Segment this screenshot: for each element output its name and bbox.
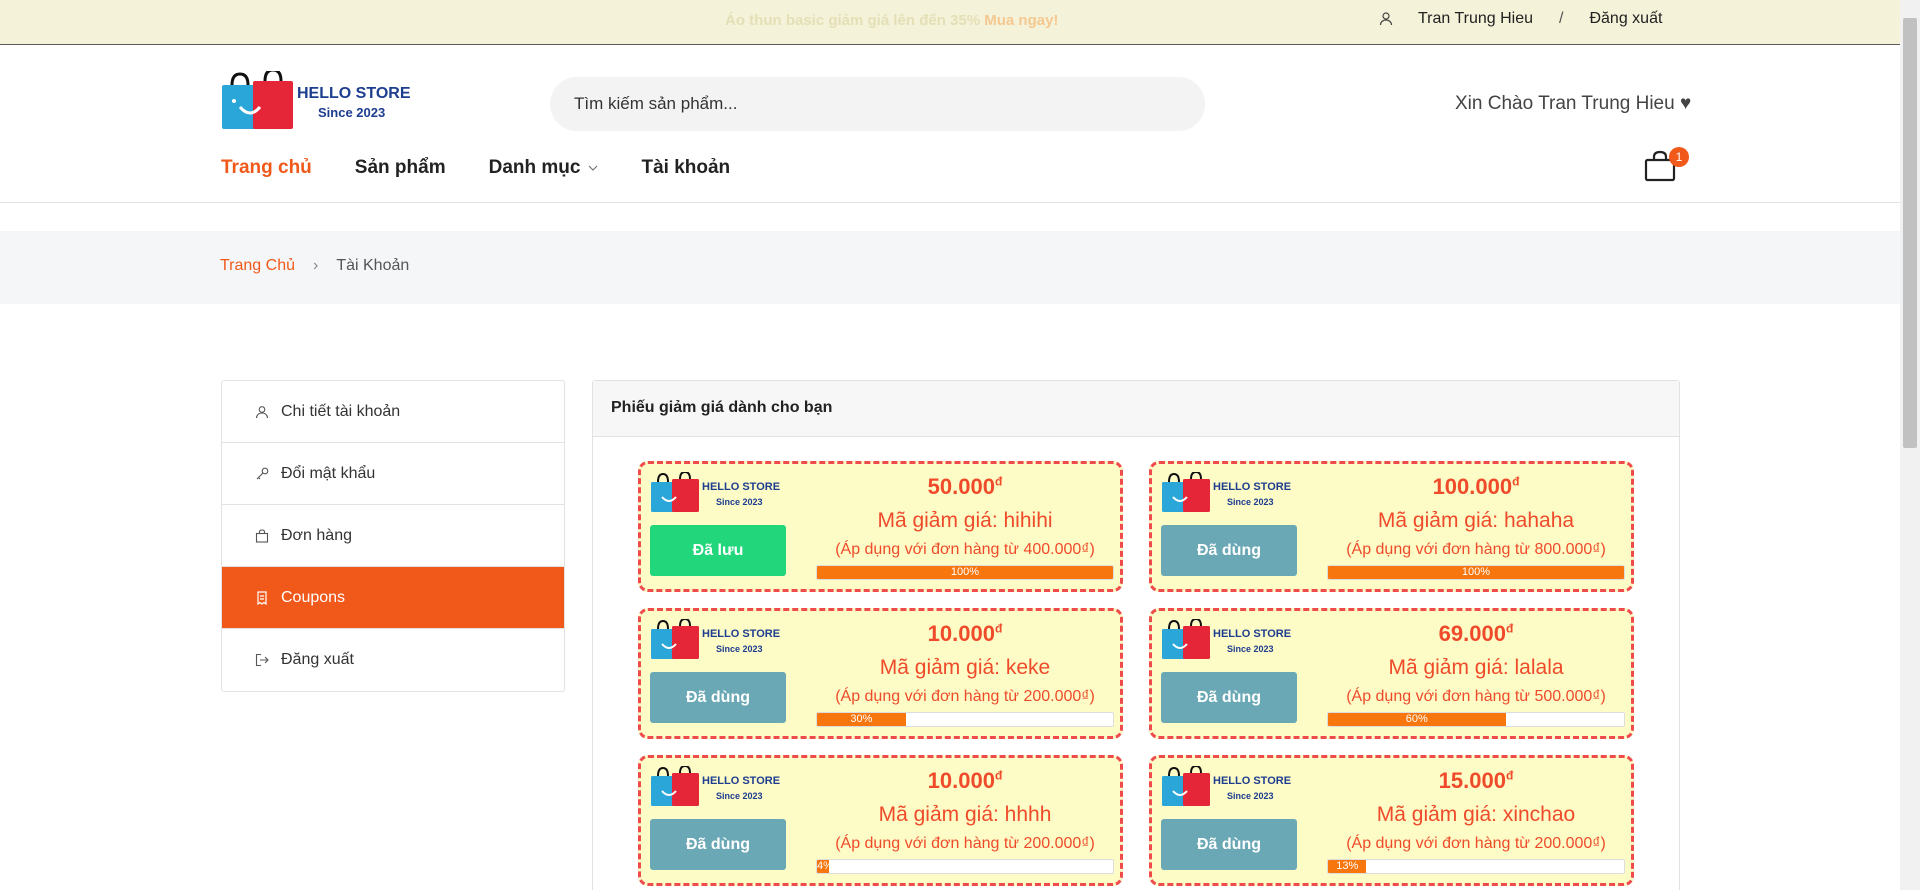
coupon-card: Đã lưu 50.000đ Mã giảm giá: hihihi (Áp d…: [638, 461, 1123, 592]
coupon-action-button[interactable]: Đã dùng: [650, 819, 786, 870]
coupon-usage-fill: 100%: [1328, 566, 1624, 579]
coupon-amount: 100.000đ: [1432, 474, 1520, 499]
sidebar-item-label: Coupons: [281, 588, 346, 606]
coupon-code: Mã giảm giá: xinchao: [1376, 803, 1576, 826]
coupon-action-button[interactable]: Đã dùng: [1161, 525, 1297, 576]
username-link[interactable]: Tran Trung Hieu: [1418, 10, 1533, 28]
announcement-bar: Áo thun basic giảm giá lên đến 35% Mua n…: [0, 0, 1900, 45]
user-icon: [1379, 12, 1393, 26]
sidebar-item-orders[interactable]: Đơn hàng: [222, 505, 564, 567]
coupon-condition: (Áp dụng với đơn hàng từ 200.000₫): [835, 688, 1095, 705]
coupon-action-button[interactable]: Đã dùng: [1161, 819, 1297, 870]
store-logo: [1161, 619, 1293, 660]
coupon-usage-bar: 30%: [816, 712, 1114, 727]
breadcrumb-separator: ›: [313, 257, 319, 274]
coupon-condition: (Áp dụng với đơn hàng từ 200.000₫): [835, 835, 1095, 852]
store-logo: [650, 472, 782, 513]
breadcrumb-home[interactable]: Trang Chủ: [220, 257, 295, 275]
nav-categories[interactable]: Danh mục: [489, 157, 599, 179]
sidebar-item-logout[interactable]: Đăng xuất: [222, 629, 564, 691]
chevron-down-icon: [589, 165, 598, 171]
search-input[interactable]: [550, 77, 1205, 131]
coupon-action-button[interactable]: Đã lưu: [650, 525, 786, 576]
coupon-usage-fill: 4%: [817, 860, 829, 873]
nav-products-label: Sản phẩm: [354, 157, 446, 178]
coupon-usage-bar: 13%: [1327, 859, 1625, 874]
sidebar-item-label: Đăng xuất: [281, 651, 354, 668]
store-logo: [1161, 472, 1293, 513]
coupon-condition: (Áp dụng với đơn hàng từ 800.000₫): [1346, 541, 1606, 558]
coupon-usage-bar: 100%: [1327, 565, 1625, 580]
sidebar-item-label: Đơn hàng: [281, 526, 352, 544]
store-logo: [650, 619, 782, 660]
page-scrollbar[interactable]: [1900, 0, 1920, 890]
logout-icon: [255, 653, 269, 667]
coupon-card: Đã dùng 10.000đ Mã giảm giá: keke (Áp dụ…: [638, 608, 1123, 739]
coupon-usage-fill: 13%: [1328, 860, 1367, 873]
nav-categories-label: Danh mục: [488, 157, 581, 178]
coupon-amount: 69.000đ: [1438, 621, 1514, 646]
sidebar-item-coupons[interactable]: Coupons: [222, 567, 564, 629]
coupon-condition: (Áp dụng với đơn hàng từ 500.000₫): [1346, 688, 1606, 705]
store-logo: [1161, 766, 1293, 807]
store-logo: [650, 766, 782, 807]
coupon-amount: 10.000đ: [927, 621, 1003, 646]
coupon-code: Mã giảm giá: hhhh: [878, 803, 1052, 826]
sidebar-item-label: Chi tiết tài khoản: [281, 402, 401, 420]
greeting-text: Xin Chào Tran Trung Hieu ♥: [1455, 93, 1692, 114]
coupon-condition: (Áp dụng với đơn hàng từ 400.000₫): [835, 541, 1095, 558]
breadcrumb: Trang Chủ › Tài Khoản: [0, 231, 1900, 304]
breadcrumb-current: Tài Khoản: [336, 257, 410, 274]
account-sidebar: Chi tiết tài khoản Đổi mật khẩu Đơn hàng…: [221, 380, 565, 692]
nav-account-label: Tài khoản: [641, 157, 731, 178]
nav-home[interactable]: Trang chủ: [221, 157, 312, 179]
coupon-code: Mã giảm giá: lalala: [1388, 656, 1564, 679]
logo-subtext: Since 2023: [318, 105, 385, 120]
main-nav: Trang chủ Sản phẩm Danh mục Tài khoản: [221, 157, 773, 179]
coupon-action-button[interactable]: Đã dùng: [650, 672, 786, 723]
coupon-code: Mã giảm giá: hahaha: [1377, 509, 1575, 532]
coupon-card: Đã dùng 69.000đ Mã giảm giá: lalala (Áp …: [1149, 608, 1634, 739]
scrollbar-thumb[interactable]: [1903, 18, 1917, 448]
coupon-card: Đã dùng 100.000đ Mã giảm giá: hahaha (Áp…: [1149, 461, 1634, 592]
logo-text: HELLO STORE: [297, 85, 411, 102]
nav-home-label: Trang chủ: [221, 157, 312, 178]
user-area: Tran Trung Hieu / Đăng xuất: [1378, 10, 1662, 28]
logout-link[interactable]: Đăng xuất: [1589, 10, 1662, 28]
bag-icon: [255, 528, 269, 543]
coupon-amount: 15.000đ: [1438, 768, 1514, 793]
coupon-card: Đã dùng 15.000đ Mã giảm giá: xinchao (Áp…: [1149, 755, 1634, 886]
cart-count-badge: 1: [1669, 147, 1689, 167]
coupon-condition: (Áp dụng với đơn hàng từ 200.000₫): [1346, 835, 1606, 852]
coupon-usage-bar: 100%: [816, 565, 1114, 580]
coupon-usage-fill: 60%: [1328, 713, 1506, 726]
coupon-usage-bar: 4%: [816, 859, 1114, 874]
user-icon: [255, 405, 269, 418]
nav-account[interactable]: Tài khoản: [641, 157, 730, 179]
sidebar-item-account-details[interactable]: Chi tiết tài khoản: [222, 381, 564, 443]
separator: /: [1559, 10, 1564, 27]
coupon-code: Mã giảm giá: hihihi: [877, 509, 1053, 532]
sidebar-item-change-password[interactable]: Đổi mật khẩu: [222, 443, 564, 505]
coupons-panel: Phiếu giảm giá dành cho bạn Đã lưu 50.00…: [592, 380, 1680, 890]
coupon-icon: [257, 590, 267, 605]
nav-products[interactable]: Sản phẩm: [355, 157, 446, 179]
promo-banner: Áo thun basic giảm giá lên đến 35% Mua n…: [725, 12, 1058, 29]
coupon-usage-bar: 60%: [1327, 712, 1625, 727]
coupon-card: Đã dùng 10.000đ Mã giảm giá: hhhh (Áp dụ…: [638, 755, 1123, 886]
coupon-usage-fill: 30%: [817, 713, 906, 726]
coupon-code: Mã giảm giá: keke: [879, 656, 1051, 679]
header-divider: [0, 202, 1900, 203]
coupon-amount: 10.000đ: [927, 768, 1003, 793]
promo-text: Áo thun basic giảm giá lên đến 35%: [725, 12, 981, 29]
key-icon: [256, 467, 269, 479]
promo-shop-link[interactable]: Mua ngay!: [984, 12, 1058, 29]
store-logo[interactable]: HELLO STORE Since 2023: [220, 71, 412, 131]
sidebar-item-label: Đổi mật khẩu: [281, 464, 376, 482]
coupon-amount: 50.000đ: [927, 474, 1003, 499]
coupon-action-button[interactable]: Đã dùng: [1161, 672, 1297, 723]
panel-title: Phiếu giảm giá dành cho bạn: [593, 381, 1679, 437]
coupon-usage-fill: 100%: [817, 566, 1113, 579]
